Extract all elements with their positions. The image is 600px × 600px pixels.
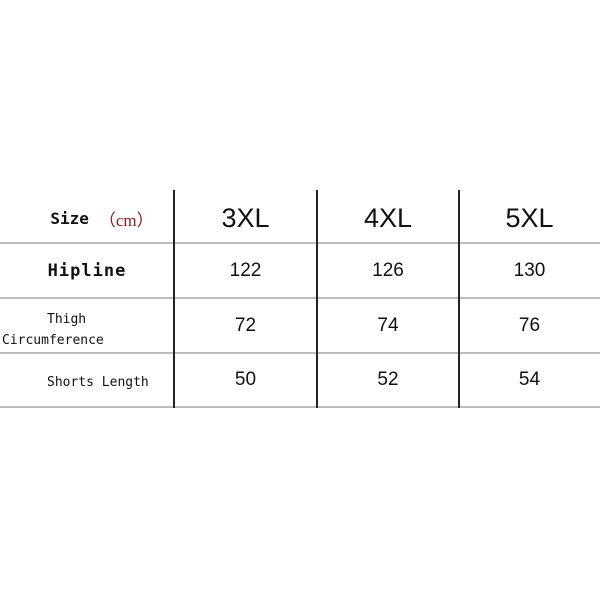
cell-value: 54 xyxy=(518,369,541,390)
header-5xl: 5XL xyxy=(505,203,554,233)
row-label-shorts-length: Shorts Length xyxy=(47,375,149,390)
row-label-circumference: Circumference xyxy=(2,333,104,348)
row-label-thigh: Thigh xyxy=(47,312,87,327)
cell-value: 74 xyxy=(377,314,399,336)
header-size-label: Size （cm） xyxy=(30,195,174,242)
cell-value: 72 xyxy=(234,314,257,336)
row-divider xyxy=(0,406,600,408)
header-3xl: 3XL xyxy=(221,203,270,233)
cell-value: 122 xyxy=(229,259,262,281)
size-label: Size xyxy=(50,209,89,228)
cell-value: 126 xyxy=(372,259,404,281)
cell-value: 50 xyxy=(234,369,257,390)
cell-value: 52 xyxy=(377,369,399,390)
header-4xl: 4XL xyxy=(363,203,413,233)
unit-label: （cm） xyxy=(98,211,154,230)
cell-value: 130 xyxy=(513,259,546,281)
cell-value: 76 xyxy=(518,314,541,336)
row-label-hipline: Hipline xyxy=(47,260,127,281)
